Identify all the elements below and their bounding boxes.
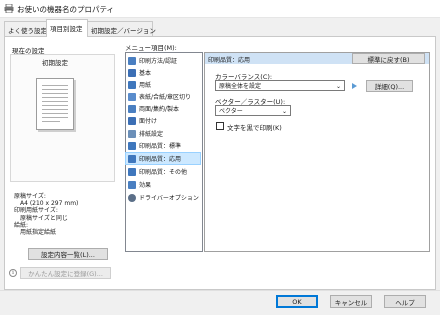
settings-list-button[interactable]: 設定内容一覧(L)...	[28, 248, 108, 260]
menu-item-cover[interactable]: 表紙/合紙/章区切り	[126, 91, 200, 102]
arrow-right-icon	[352, 83, 357, 89]
tab-defaults-version[interactable]: 初期設定／バージョン	[87, 21, 156, 36]
black-text-checkbox[interactable]	[216, 122, 224, 130]
menu-item-label: 両面/集約/製本	[139, 106, 180, 113]
basic-icon	[128, 68, 136, 77]
tab-label: よく使う設定	[8, 27, 47, 35]
imposition-icon	[128, 116, 136, 125]
tab-label: 項目別設定	[50, 25, 83, 33]
summary-line: 用紙指定給紙	[20, 229, 57, 237]
menu-item-label: ドライバーオプション	[139, 195, 199, 202]
vector-raster-select[interactable]: ベクター ⌄	[215, 105, 291, 116]
settings-summary: 原稿サイズ: A4 (210 x 297 mm) 印刷用紙サイズ: 原稿サイズと…	[14, 193, 114, 236]
gear-icon	[128, 193, 136, 202]
menu-item-label: 基本	[139, 70, 152, 77]
menu-item-paper[interactable]: 用紙	[126, 79, 200, 90]
quality-advanced-icon	[128, 154, 136, 163]
menu-item-basic[interactable]: 基本	[126, 67, 200, 78]
menu-item-driver-options[interactable]: ドライバーオプション	[126, 192, 200, 203]
menu-item-print-method[interactable]: 印刷方法/認証	[126, 55, 200, 66]
summary-line: 給紙:	[14, 221, 29, 229]
title-bar: お使いの機器名のプロパティ	[0, 0, 440, 18]
printer-icon	[4, 4, 14, 13]
divider	[0, 290, 440, 291]
paper-icon	[128, 80, 136, 89]
menu-item-label: 面付け	[139, 118, 158, 125]
menu-item-label: 印刷品質：応用	[139, 156, 182, 163]
tab-label: 初期設定／バージョン	[91, 27, 156, 35]
quality-other-icon	[128, 167, 136, 176]
menu-label: メニュー項目(M):	[125, 44, 177, 52]
details-button[interactable]: 詳細(Q)...	[366, 80, 413, 92]
tab-item-settings[interactable]: 項目別設定	[46, 19, 88, 37]
panel-title: 印刷品質：応用	[208, 57, 251, 64]
help-button[interactable]: ヘルプ	[384, 295, 426, 308]
menu-item-effect[interactable]: 効果	[126, 179, 200, 190]
duplex-icon	[128, 104, 136, 113]
menu-item-label: 印刷方法/認証	[139, 58, 178, 65]
menu-item-label: 印刷品質：その他	[139, 169, 188, 176]
menu-item-output[interactable]: 排紙設定	[126, 128, 200, 139]
menu-item-quality-standard[interactable]: 印刷品質：標準	[126, 140, 200, 151]
menu-item-label: 印刷品質：標準	[139, 143, 182, 150]
info-icon: i	[9, 269, 17, 277]
quality-standard-icon	[128, 141, 136, 150]
effect-icon	[128, 180, 136, 189]
vector-raster-value: ベクター	[219, 108, 243, 115]
summary-line: 原稿サイズと同じ	[20, 214, 68, 222]
menu-item-label: 効果	[139, 182, 152, 189]
output-icon	[128, 129, 136, 138]
menu-item-label: 用紙	[139, 82, 152, 89]
chevron-down-icon: ⌄	[335, 83, 341, 90]
tab-frequent-settings[interactable]: よく使う設定	[4, 21, 47, 36]
preset-name: 初期設定	[42, 59, 68, 67]
menu-item-label: 排紙設定	[139, 131, 164, 138]
window-title: お使いの機器名のプロパティ	[17, 5, 115, 14]
printer-properties-dialog: お使いの機器名のプロパティ よく使う設定 項目別設定 初期設定／バージョン 現在…	[0, 0, 440, 315]
summary-line: 原稿サイズ:	[14, 193, 46, 200]
print-method-icon	[128, 56, 136, 65]
color-balance-select[interactable]: 原稿全体を設定 ⌄	[215, 80, 345, 91]
menu-item-quality-other[interactable]: 印刷品質：その他	[126, 166, 200, 177]
menu-item-quality-advanced[interactable]: 印刷品質：応用	[125, 152, 201, 165]
chevron-down-icon: ⌄	[281, 108, 287, 115]
menu-item-label: 表紙/合紙/章区切り	[139, 94, 192, 101]
page-preview-icon	[36, 78, 74, 130]
color-balance-value: 原稿全体を設定	[219, 83, 262, 90]
ok-button[interactable]: OK	[276, 295, 318, 308]
register-easy-settings-button[interactable]: かんたん設定に登録(G)...	[20, 267, 111, 279]
cover-icon	[128, 92, 136, 101]
cancel-button[interactable]: キャンセル	[330, 295, 372, 308]
menu-item-imposition[interactable]: 面付け	[126, 115, 200, 126]
summary-line: 印刷用紙サイズ:	[14, 207, 58, 215]
black-text-label: 文字を黒で印刷(K)	[227, 124, 282, 132]
restore-default-button[interactable]: 標準に戻す(B)	[352, 53, 425, 64]
menu-item-duplex[interactable]: 両面/集約/製本	[126, 103, 200, 114]
